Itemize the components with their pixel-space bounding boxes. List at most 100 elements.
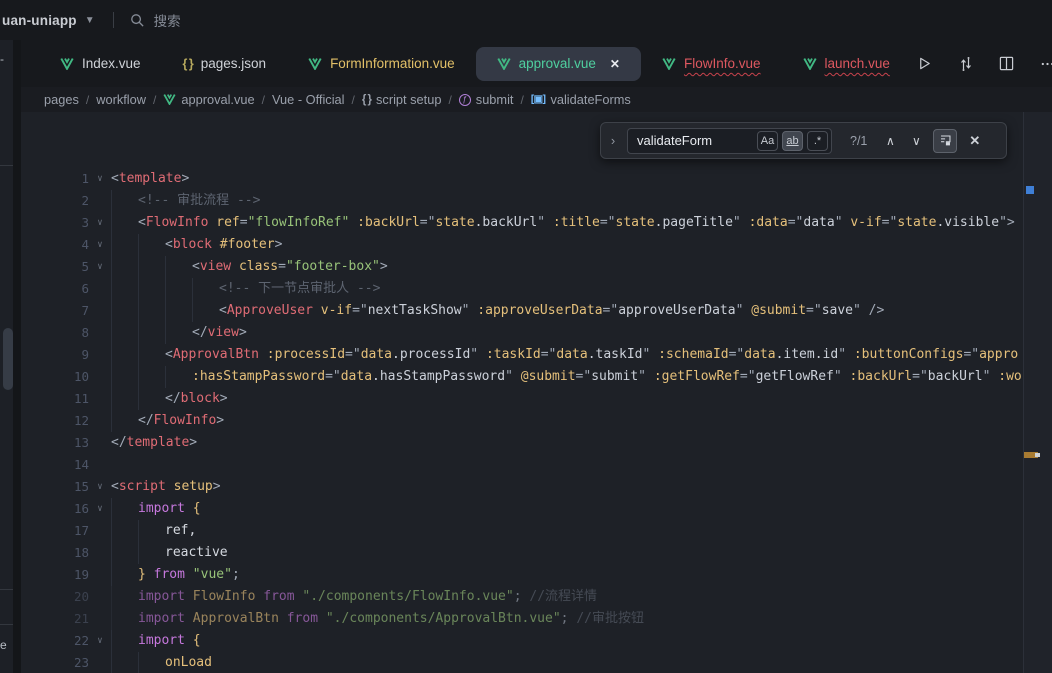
toggle-replace-icon[interactable]: › [607,133,619,148]
fold-chevron-icon[interactable]: ∨ [89,212,111,234]
fold-gutter [89,432,111,454]
fold-chevron-icon[interactable]: ∨ [89,476,111,498]
overview-ruler[interactable] [1023,112,1052,673]
code-line-18: 18reactive [21,542,1023,564]
project-name[interactable]: uan-uniapp [0,13,77,28]
line-content: <ApproveUser v-if="nextTaskShow" :approv… [111,300,1023,322]
fold-chevron-icon[interactable]: ∨ [89,256,111,278]
code-token: =" [882,215,898,230]
vue-icon [803,58,817,70]
line-content: :hasStampPassword="data.hasStampPassword… [111,366,1023,388]
code-token [478,347,486,362]
code-token: { [193,633,201,648]
breadcrumb-item-script-setup[interactable]: { }script setup [362,92,442,107]
breadcrumb-label: pages [44,92,79,107]
code-token: script [119,479,166,494]
code-token: .item.id [776,347,839,362]
code-line-22: 22∨import { [21,630,1023,652]
code-line-12: 12</FlowInfo> [21,410,1023,432]
breadcrumb-item-validateforms[interactable]: [▣]validateForms [531,92,631,107]
indent-guide [111,300,112,322]
code-token: > [181,171,189,186]
fold-gutter [89,454,111,476]
code-token: v-if [850,215,881,230]
more-actions-button[interactable] [1034,50,1052,78]
code-token: < [165,347,173,362]
code-token: " [733,215,741,230]
breadcrumb-label: validateForms [550,92,630,107]
fold-gutter [89,586,111,608]
whole-word-toggle[interactable]: ab [782,131,803,151]
run-button[interactable] [911,50,939,78]
editor-group: Index.vue{ }pages.jsonFormInformation.vu… [21,40,1052,673]
compare-changes-button[interactable] [952,50,980,78]
code-token: view [208,325,239,340]
workbench: - e Index.vue{ }pages.jsonFormInformatio… [0,40,1052,673]
sidebar-scrollbar-thumb[interactable] [3,328,13,390]
code-token: :data [749,215,788,230]
code-token: backUrl [928,369,983,384]
code-token: submit [591,369,638,384]
ruler-find-match-marker [1024,452,1038,458]
breadcrumb-item-approval-vue[interactable]: approval.vue [163,92,254,107]
command-center-search[interactable]: 搜索 [130,10,181,30]
line-content: import { [111,498,1023,520]
tab-index.vue[interactable]: Index.vue [39,47,162,81]
split-editor-button[interactable] [993,50,1021,78]
find-input[interactable]: validateForm Aa ab .* [627,128,832,154]
code-token: setup [174,479,213,494]
code-token: FlowInfo [154,413,217,428]
fold-gutter [89,608,111,630]
tab-forminformation.vue[interactable]: FormInformation.vue [287,47,476,81]
tab-launch.vue[interactable]: launch.vue [782,47,911,81]
code-token: </ [138,413,154,428]
close-tab-icon[interactable]: ✕ [610,57,620,71]
code-token: " [505,369,513,384]
find-in-selection-button[interactable] [933,129,957,153]
code-token: onLoad [165,655,212,670]
breadcrumb-item-vue-official[interactable]: Vue - Official [272,92,345,107]
fold-chevron-icon[interactable]: ∨ [89,630,111,652]
breadcrumb-item-pages[interactable]: pages [44,92,79,107]
code-editor[interactable]: › validateForm Aa ab .* ?/1 ∧ ∨ ✕ [21,112,1052,673]
fold-chevron-icon[interactable]: ∨ [89,168,111,190]
indent-guide [138,542,139,564]
match-case-toggle[interactable]: Aa [757,131,778,151]
regex-toggle[interactable]: .* [807,131,828,151]
code-token [861,303,869,318]
code-token: ; [561,611,569,626]
code-area[interactable]: 1∨<template>2<!-- 审批流程 -->3∨<FlowInfo re… [21,112,1023,673]
code-token: ref, [165,523,196,538]
code-token: < [138,215,146,230]
line-number: 23 [21,652,89,673]
code-token: " [834,369,842,384]
tab-approval.vue[interactable]: approval.vue✕ [476,47,641,81]
line-number: 15 [21,476,89,498]
sidebar-divider [0,589,13,590]
code-line-8: 8</view> [21,322,1023,344]
chevron-down-icon[interactable]: ▼ [85,15,95,26]
code-token: @submit [521,369,576,384]
code-token: =" [576,369,592,384]
code-token [279,611,287,626]
code-token: "footer-box" [286,259,380,274]
code-token: import [138,611,185,626]
find-widget: › validateForm Aa ab .* ?/1 ∧ ∨ ✕ [600,122,1007,159]
tab-flowinfo.vue[interactable]: FlowInfo.vue [641,47,782,81]
close-find-widget-button[interactable]: ✕ [969,133,980,149]
breadcrumb-item-submit[interactable]: ƒsubmit [459,92,514,107]
fold-gutter [89,564,111,586]
next-match-button[interactable]: ∨ [907,134,925,148]
code-token: data [341,369,372,384]
tab-pages.json[interactable]: { }pages.json [162,47,288,81]
find-query-text[interactable]: validateForm [637,133,753,148]
line-number: 14 [21,454,89,476]
previous-match-button[interactable]: ∧ [881,134,899,148]
fold-chevron-icon[interactable]: ∨ [89,498,111,520]
indent-guide [111,322,112,344]
breadcrumb-label: submit [476,92,514,107]
breadcrumb-item-workflow[interactable]: workflow [96,92,146,107]
code-token: =" [740,369,756,384]
fold-chevron-icon[interactable]: ∨ [89,234,111,256]
code-token: :processId [267,347,345,362]
